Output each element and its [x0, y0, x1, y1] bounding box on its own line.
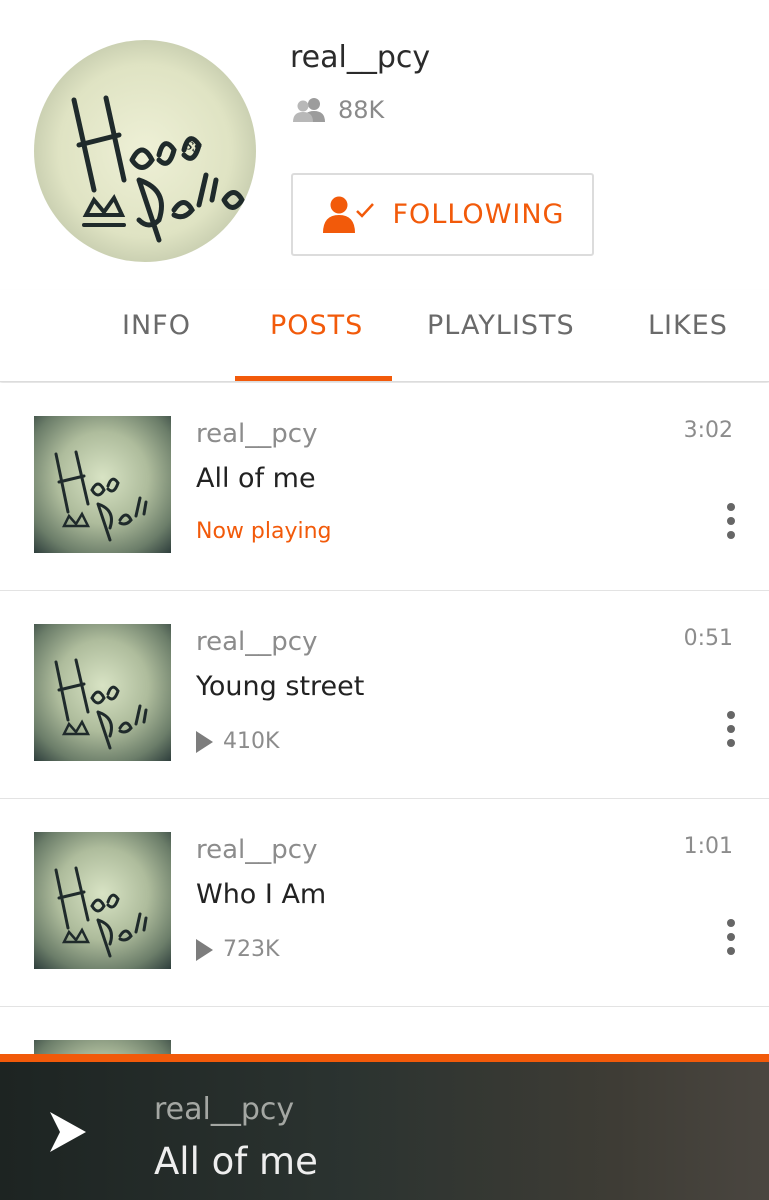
following-label: FOLLOWING [392, 199, 565, 230]
track-title[interactable]: Who I Am [196, 879, 326, 910]
more-vert-icon[interactable] [723, 711, 739, 747]
tab-info[interactable]: INFO [122, 310, 191, 341]
track-title[interactable]: All of me [196, 463, 316, 494]
profile-tabs: INFO POSTS PLAYLISTS LIKES [0, 290, 769, 382]
play-count: 410K [196, 729, 279, 754]
tab-playlists[interactable]: PLAYLISTS [427, 310, 575, 341]
followers-number: 88K [338, 96, 385, 124]
track-duration: 3:02 [683, 418, 733, 443]
player-user: real__pcy [154, 1092, 295, 1127]
play-count-icon [196, 938, 213, 961]
track-artwork [34, 624, 171, 761]
track-user[interactable]: real__pcy [196, 419, 317, 449]
play-icon[interactable] [48, 1110, 88, 1154]
track-row[interactable]: real__pcy Who I Am 1:01 723K [0, 799, 769, 1007]
track-title[interactable]: Young street [196, 671, 364, 702]
people-icon [292, 97, 326, 123]
play-count-number: 410K [223, 729, 280, 754]
player-title: All of me [154, 1140, 318, 1183]
active-tab-indicator [235, 376, 392, 381]
profile-avatar[interactable]: ss [34, 40, 256, 262]
play-count: 723K [196, 937, 279, 962]
avatar-logo: ss [71, 95, 245, 243]
track-user[interactable]: real__pcy [196, 627, 317, 657]
track-artwork [34, 416, 171, 553]
track-user[interactable]: real__pcy [196, 835, 317, 865]
track-artwork [34, 832, 171, 969]
person-check-icon [321, 195, 375, 235]
tab-likes[interactable]: LIKES [648, 310, 728, 341]
following-button[interactable]: FOLLOWING [291, 173, 594, 256]
tab-posts[interactable]: POSTS [270, 310, 363, 341]
track-row[interactable]: real__pcy Young street 0:51 410K [0, 591, 769, 799]
track-duration: 1:01 [683, 834, 733, 859]
play-count-icon [196, 730, 213, 753]
track-duration: 0:51 [683, 626, 733, 651]
now-playing-label: Now playing [196, 519, 332, 544]
play-count-number: 723K [223, 937, 280, 962]
more-vert-icon[interactable] [723, 503, 739, 539]
player-progress-bar[interactable] [0, 1054, 769, 1062]
track-row[interactable]: real__pcy All of me 3:02 Now playing [0, 383, 769, 591]
mini-player[interactable]: real__pcy All of me [0, 1062, 769, 1200]
profile-username: real__pcy [290, 40, 431, 75]
followers-count: 88K [292, 96, 384, 124]
more-vert-icon[interactable] [723, 919, 739, 955]
